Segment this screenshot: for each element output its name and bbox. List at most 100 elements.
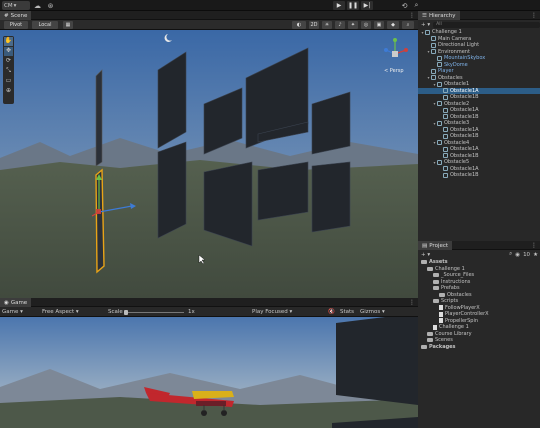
scene-tab-label: Scene <box>10 12 28 19</box>
step-button[interactable]: ▶| <box>361 1 373 10</box>
account-dropdown[interactable]: CM ▾ <box>2 1 30 10</box>
star-icon[interactable]: ★ <box>533 252 538 258</box>
gizmos-icon[interactable]: ◆ <box>387 21 399 29</box>
hierarchy-item-label: Obstacle4 <box>444 139 470 146</box>
project-item-label: Challenge 1 <box>439 324 469 331</box>
mute-icon[interactable]: 🔇 <box>328 309 335 315</box>
folder-icon <box>427 266 433 271</box>
hierarchy-item-label: Obstacle2 <box>444 100 470 107</box>
scale-slider[interactable] <box>124 309 184 315</box>
obstacle-panel <box>311 161 351 233</box>
project-item-label: Course Library <box>435 330 472 337</box>
folder-icon: ▤ <box>422 242 428 249</box>
scene-search-icon[interactable]: ⌕ <box>402 21 414 29</box>
game-more-icon[interactable]: ⋮ <box>409 299 415 306</box>
grid-snap-icon[interactable]: ▦ <box>63 21 73 29</box>
project-item[interactable]: Packages <box>418 344 540 351</box>
hierarchy-item-label: Obstacle1B <box>450 94 479 101</box>
gameobject-icon <box>425 29 430 35</box>
game-render <box>0 317 418 428</box>
local-toggle[interactable]: Local <box>32 21 58 29</box>
hierarchy-item-label: Obstacle1B <box>450 113 479 120</box>
history-icon[interactable]: ⟲ <box>400 1 409 10</box>
tab-hierarchy[interactable]: ☰ Hierarchy <box>418 11 460 20</box>
effects-icon[interactable]: ✦ <box>348 21 358 29</box>
display-dropdown[interactable]: Game ▾ <box>2 309 23 315</box>
pause-button[interactable]: ❚❚ <box>347 1 359 10</box>
project-count: 10 <box>523 251 531 258</box>
tab-game[interactable]: ◉ Game <box>0 298 32 307</box>
gameobject-icon <box>443 146 448 152</box>
hierarchy-panel: + ▾ All ▾ Challenge 1 Main Camera Direction… <box>418 20 540 241</box>
stats-toggle[interactable]: Stats <box>340 309 354 315</box>
gizmos-toggle[interactable]: Gizmos ▾ <box>360 309 385 315</box>
hierarchy-item-label: Obstacle1B <box>450 152 479 159</box>
camera-icon[interactable]: ▣ <box>374 21 384 29</box>
chevron-down-icon: ▾ <box>13 2 17 9</box>
scale-slider-handle[interactable] <box>124 309 128 315</box>
game-viewport[interactable] <box>0 317 418 428</box>
gameobject-icon <box>443 127 448 133</box>
hierarchy-item-label: Obstacle1 <box>444 81 470 88</box>
pause-icon: ❚❚ <box>347 2 359 9</box>
gameobject-icon <box>443 172 448 178</box>
gizmos-label: Gizmos <box>360 309 381 315</box>
pivot-toggle[interactable]: Pivot <box>4 21 28 29</box>
hierarchy-item-label: Obstacles <box>438 74 463 81</box>
2d-toggle[interactable]: 2D <box>309 21 319 29</box>
hierarchy-list: ▾ Challenge 1 Main Camera Directional Light… <box>418 29 540 179</box>
rotate-tool-icon[interactable]: ⟳ <box>4 57 13 66</box>
search-icon[interactable]: ⌕ <box>412 1 421 10</box>
game-tab-bar: ◉ Game ⋮ <box>0 298 418 307</box>
hierarchy-more-icon[interactable]: ⋮ <box>531 12 537 19</box>
aspect-label: Free Aspect <box>42 309 75 315</box>
gameobject-icon <box>437 120 442 126</box>
hierarchy-item-label: Obstacle1A <box>450 87 479 94</box>
project-item-label: FollowPlayerX <box>445 304 480 311</box>
scale-tool-icon[interactable]: ⤡ <box>4 67 13 76</box>
project-item-label: Prefabs <box>441 285 460 292</box>
list-icon: ☰ <box>422 12 427 19</box>
rect-tool-icon[interactable]: ▭ <box>4 77 13 86</box>
aspect-dropdown[interactable]: Free Aspect ▾ <box>42 309 79 315</box>
cloud-icon[interactable]: ☁ <box>33 1 42 10</box>
file-icon <box>439 311 443 317</box>
gameobject-icon <box>437 101 442 107</box>
gameobject-icon <box>431 36 436 42</box>
transform-tool-icon[interactable]: ⊕ <box>4 87 13 96</box>
game-tab-label: Game <box>10 299 28 306</box>
scene-render <box>0 30 418 298</box>
hidden-icon[interactable]: ◎ <box>361 21 371 29</box>
more-icon[interactable]: ⋮ <box>409 12 415 19</box>
scene-viewport[interactable]: < Persp ✋ ✥ ⟳ ⤡ ▭ ⊕ <box>0 30 418 298</box>
hand-tool-icon[interactable]: ✋ <box>4 37 13 46</box>
folder-icon <box>427 331 433 336</box>
hierarchy-item[interactable]: Obstacle1B <box>418 172 540 179</box>
tab-project[interactable]: ▤ Project <box>418 241 453 250</box>
obstacle-panel <box>257 161 309 221</box>
project-add-icon[interactable]: + ▾ <box>421 252 430 258</box>
play-focused-dropdown[interactable]: Play Focused ▾ <box>252 309 292 315</box>
project-item-label: Obstacles <box>447 291 472 298</box>
hierarchy-item-label: Obstacle1A <box>450 126 479 133</box>
gameobject-icon <box>443 153 448 159</box>
project-more-icon[interactable]: ⋮ <box>531 242 537 249</box>
lighting-icon[interactable]: ☀ <box>322 21 332 29</box>
audio-icon[interactable]: ♪ <box>335 21 345 29</box>
project-item-label: Scenes <box>435 337 453 344</box>
persp-label[interactable]: < Persp <box>384 68 404 74</box>
project-item-label: Scripts <box>441 298 459 305</box>
draw-mode-icon[interactable]: ◐ <box>292 21 306 29</box>
project-tab-label: Project <box>429 242 449 249</box>
project-filter-icon[interactable]: ◉ <box>515 252 520 258</box>
move-tool-icon[interactable]: ✥ <box>4 47 13 56</box>
tab-scene[interactable]: # Scene <box>0 11 32 20</box>
gameobject-icon <box>437 81 442 87</box>
scale-label: Scale <box>108 309 123 315</box>
hierarchy-search-input[interactable]: All <box>433 21 540 28</box>
collab-icon[interactable]: ⊛ <box>46 1 55 10</box>
project-header: + ▾ ⌕ ◉ 10 ★ <box>418 250 540 259</box>
add-icon[interactable]: + ▾ <box>421 22 430 28</box>
project-search-icon[interactable]: ⌕ <box>509 251 512 258</box>
play-button[interactable]: ▶ <box>333 1 345 10</box>
